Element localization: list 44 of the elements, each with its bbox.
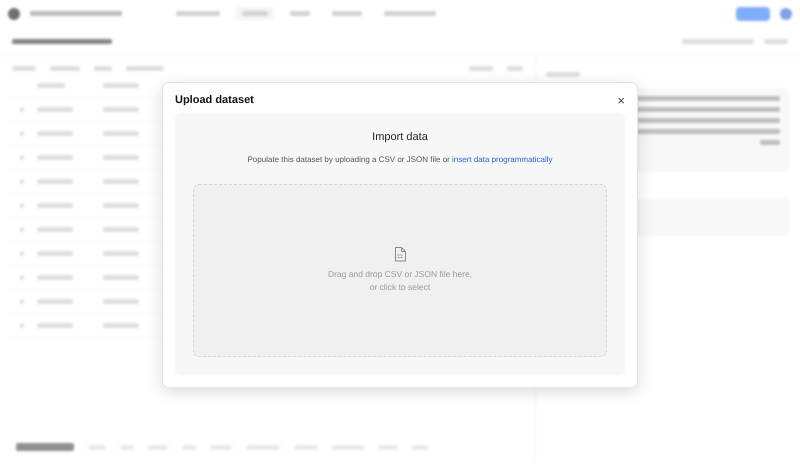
- blurred-text: [37, 179, 73, 184]
- blurred-text: [103, 323, 139, 328]
- blurred-text: [103, 131, 139, 136]
- programmatic-link[interactable]: insert data programmatically: [452, 155, 553, 164]
- blurred-text: [37, 227, 73, 232]
- drop-instructions: Drag and drop CSV or JSON file here, or click to select: [328, 268, 472, 294]
- import-heading: Import data: [372, 131, 428, 143]
- upgrade-button[interactable]: [736, 6, 770, 20]
- blurred-text: [764, 38, 788, 44]
- blurred-text: [103, 107, 139, 112]
- blurred-text: [37, 131, 73, 136]
- blurred-text: [103, 155, 139, 160]
- blurred-text: [50, 66, 80, 71]
- dialog-title: Upload dataset: [175, 94, 254, 106]
- nav-tab[interactable]: [236, 7, 274, 20]
- blurred-text: [126, 66, 164, 71]
- blurred-text: [37, 275, 73, 280]
- blurred-text: [37, 107, 73, 112]
- avatar[interactable]: [780, 8, 792, 20]
- blurred-text: [37, 83, 65, 88]
- logo-icon[interactable]: [8, 8, 20, 20]
- blurred-text: [37, 155, 73, 160]
- blurred-text: [507, 66, 523, 71]
- blurred-text: [37, 323, 73, 328]
- blurred-text: [469, 66, 493, 71]
- blurred-text: [103, 203, 139, 208]
- blurred-text: [103, 275, 139, 280]
- blurred-text: [94, 66, 112, 71]
- footer-logo[interactable]: [16, 443, 74, 451]
- blurred-text: [37, 203, 73, 208]
- blurred-text: [103, 251, 139, 256]
- blurred-text: [37, 251, 73, 256]
- blurred-text: [103, 299, 139, 304]
- drop-zone[interactable]: Drag and drop CSV or JSON file here, or click to select: [193, 184, 607, 357]
- blurred-text: [103, 179, 139, 184]
- blurred-text: [12, 66, 36, 71]
- file-icon: [394, 247, 406, 262]
- blurred-text: [682, 38, 754, 44]
- blurred-text: [37, 299, 73, 304]
- blurred-text: [546, 72, 580, 77]
- blurred-text: [103, 227, 139, 232]
- close-button[interactable]: ×: [617, 94, 625, 106]
- blurred-text: [103, 83, 139, 88]
- import-description: Populate this dataset by uploading a CSV or JSON file or insert data programmatically: [247, 155, 553, 164]
